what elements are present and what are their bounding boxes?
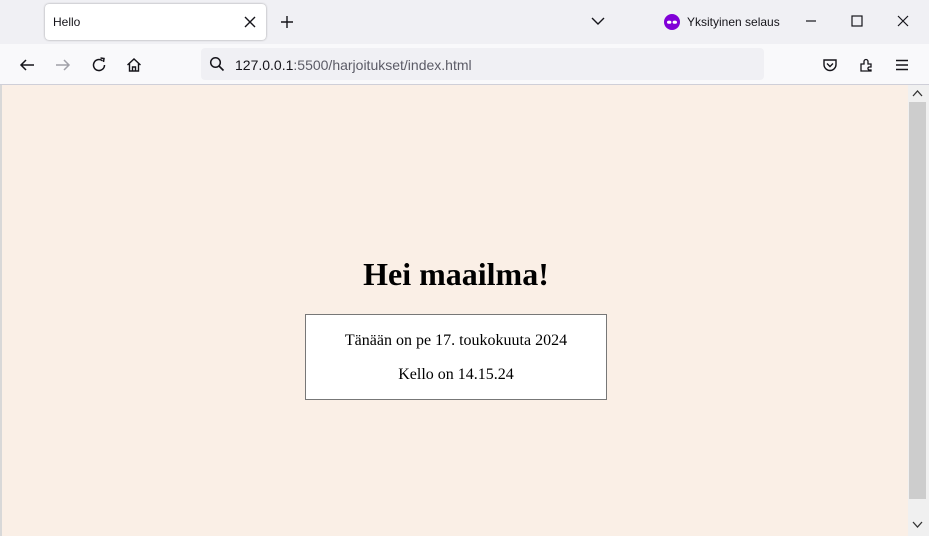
url-path: :5500/harjoitukset/index.html — [293, 57, 472, 73]
arrow-left-icon[interactable] — [18, 56, 36, 74]
tab-title: Hello — [53, 15, 81, 29]
scrollbar-thumb[interactable] — [909, 102, 926, 499]
scroll-down-arrow-icon[interactable] — [912, 520, 923, 529]
private-browsing-indicator: Yksityinen selaus — [664, 13, 780, 31]
search-icon — [209, 56, 225, 72]
time-text: Kello on 14.15.24 — [398, 366, 514, 383]
date-text: Tänään on pe 17. toukokuuta 2024 — [344, 332, 568, 349]
pocket-icon[interactable] — [821, 56, 839, 74]
scroll-up-arrow-icon[interactable] — [912, 89, 923, 98]
chevron-down-icon[interactable] — [591, 14, 605, 28]
extensions-icon[interactable] — [857, 56, 875, 74]
address-bar[interactable]: 127.0.0.1:5500/harjoitukset/index.html — [201, 48, 764, 80]
tab-bar: Hello Yksityinen selaus — [0, 0, 929, 44]
url-text: 127.0.0.1:5500/harjoitukset/index.html — [235, 57, 472, 73]
page-heading: Hei maailma! — [363, 256, 549, 292]
url-host: 127.0.0.1 — [235, 57, 294, 73]
vertical-scrollbar[interactable] — [908, 85, 929, 536]
close-icon[interactable] — [242, 14, 258, 30]
reload-icon[interactable] — [90, 56, 108, 74]
maximize-icon[interactable] — [850, 14, 864, 28]
home-icon[interactable] — [125, 56, 143, 74]
private-browsing-label: Yksityinen selaus — [687, 15, 780, 29]
minimize-icon[interactable] — [804, 14, 818, 28]
page-content: Hei maailma! Tänään on pe 17. toukokuuta… — [0, 85, 908, 536]
hamburger-menu-icon[interactable] — [893, 56, 911, 74]
arrow-right-icon[interactable] — [54, 56, 72, 74]
tab-hello[interactable]: Hello — [45, 4, 266, 40]
plus-icon[interactable] — [279, 14, 295, 30]
navigation-bar: 127.0.0.1:5500/harjoitukset/index.html — [0, 44, 929, 85]
private-mask-icon — [664, 14, 680, 30]
close-icon[interactable] — [896, 14, 910, 28]
date-time-box: Tänään on pe 17. toukokuuta 2024 Kello o… — [305, 314, 607, 400]
